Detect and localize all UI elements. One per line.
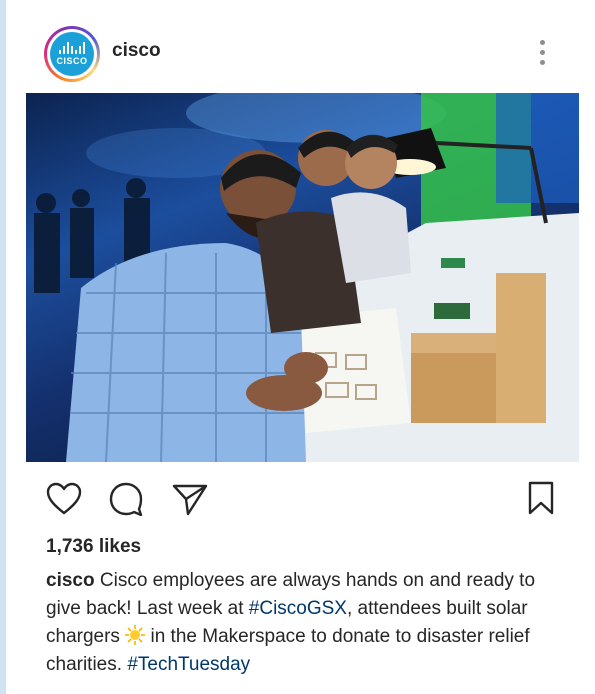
caption-username[interactable]: cisco [46, 570, 95, 591]
hashtag-techtuesday[interactable]: #TechTuesday [127, 654, 250, 675]
share-icon[interactable] [172, 482, 208, 516]
avatar-text: CISCO [56, 56, 88, 66]
cisco-logo: CISCO [50, 32, 94, 76]
post-username[interactable]: cisco [112, 40, 161, 62]
post-actions [6, 474, 595, 524]
post-header: CISCO cisco [6, 0, 595, 92]
sun-emoji-icon [125, 625, 146, 645]
post-photo[interactable] [26, 93, 579, 462]
likes-count[interactable]: 1,736 likes [46, 536, 141, 558]
post-card: CISCO cisco 1,736 likes cisco Cisco empl… [6, 0, 595, 694]
heart-icon[interactable] [46, 482, 82, 516]
comment-icon[interactable] [108, 482, 144, 516]
hashtag-ciscogsx[interactable]: #CiscoGSX [249, 598, 347, 619]
avatar[interactable]: CISCO [44, 26, 100, 82]
cisco-bars-icon [59, 42, 85, 54]
post-caption: cisco Cisco employees are always hands o… [46, 567, 566, 679]
bookmark-icon[interactable] [527, 480, 555, 516]
more-vertical-icon[interactable] [536, 38, 550, 68]
